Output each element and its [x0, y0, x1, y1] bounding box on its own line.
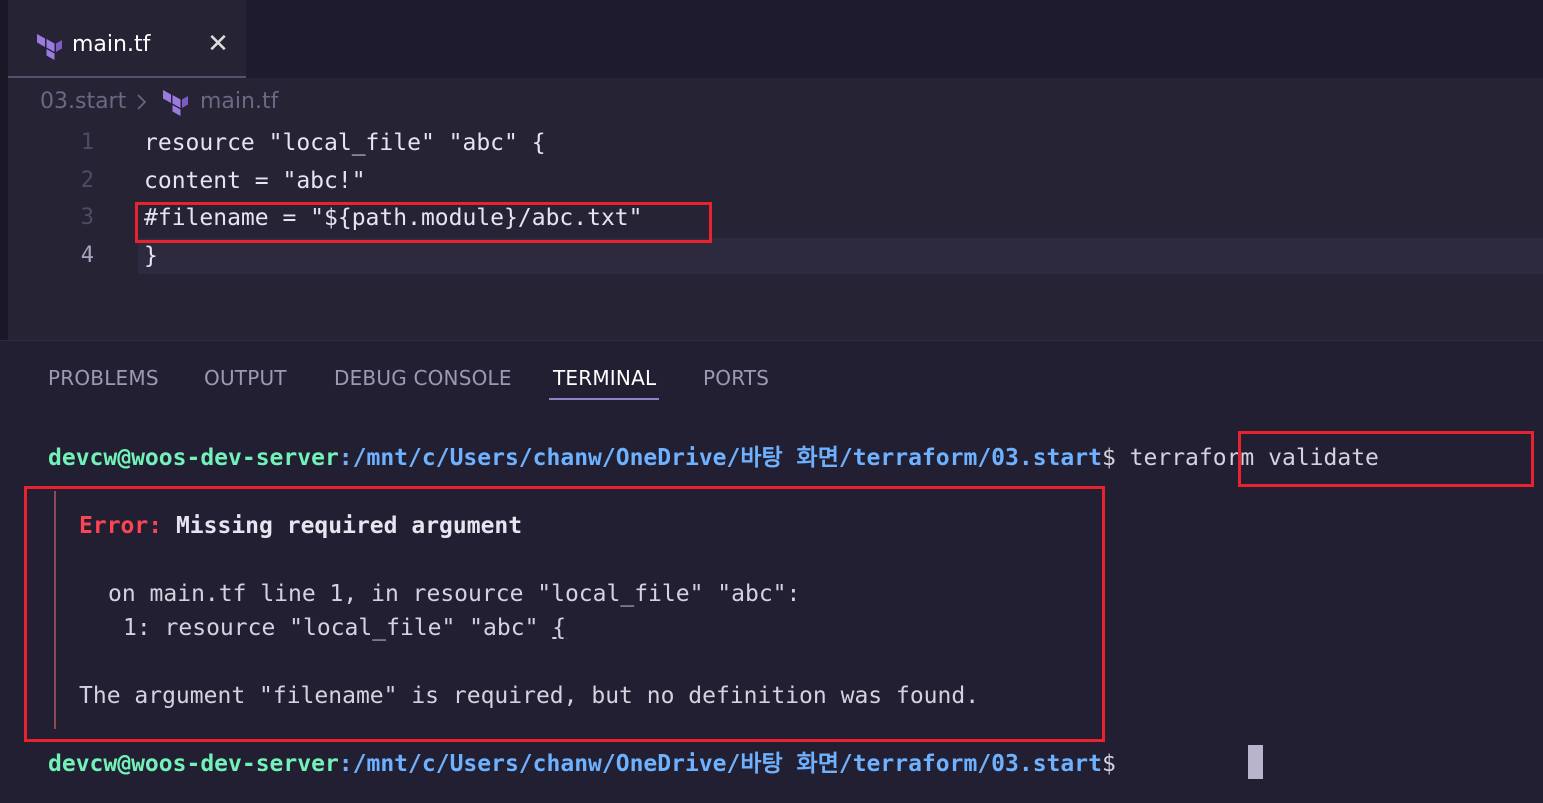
error-snippet-text: 1: resource "local_file" "abc": [123, 615, 553, 641]
active-tab-indicator: [549, 398, 659, 400]
code-line[interactable]: 3 #filename = "${path.module}/abc.txt": [8, 199, 1543, 237]
close-icon[interactable]: ✕: [204, 30, 232, 58]
prompt-dollar: $: [1101, 445, 1130, 471]
code-text[interactable]: content = "abc!": [144, 162, 366, 200]
tab-label: main.tf: [72, 32, 151, 57]
error-heading: Error: Missing required argument: [79, 509, 522, 543]
bottom-panel: PROBLEMS OUTPUT DEBUG CONSOLE TERMINAL P…: [0, 340, 1543, 803]
breadcrumb-file[interactable]: main.tf: [200, 88, 278, 116]
code-text[interactable]: resource "local_file" "abc" {: [144, 124, 546, 162]
tab-debug-console[interactable]: DEBUG CONSOLE: [334, 365, 512, 391]
vscode-window: main.tf ✕ 03.start main.tf 1 resource "l…: [0, 0, 1543, 803]
error-gutter-bar: [54, 491, 56, 729]
prompt-path: :/mnt/c/Users/chanw/OneDrive/바탕 화면/terra…: [338, 445, 1102, 471]
prompt-user: devcw@woos-dev-server: [48, 751, 339, 777]
code-text[interactable]: }: [144, 237, 158, 275]
error-message: The argument "filename" is required, but…: [79, 683, 980, 709]
code-line[interactable]: 2 content = "abc!": [8, 162, 1543, 200]
tab-ports[interactable]: PORTS: [703, 365, 769, 391]
terminal-prompt-line[interactable]: devcw@woos-dev-server:/mnt/c/Users/chanw…: [48, 441, 1379, 475]
prompt-path: :/mnt/c/Users/chanw/OneDrive/바탕 화면/terra…: [338, 751, 1102, 777]
tab-problems[interactable]: PROBLEMS: [48, 365, 159, 391]
error-title: Missing required argument: [162, 513, 523, 539]
line-number: 2: [80, 168, 94, 193]
tab-terminal[interactable]: TERMINAL: [553, 365, 656, 391]
code-editor[interactable]: 1 resource "local_file" "abc" { 2 conten…: [8, 124, 1543, 340]
line-number: 3: [80, 205, 94, 230]
error-snippet: 1: resource "local_file" "abc" {: [123, 611, 566, 645]
error-snippet-brace: {: [552, 615, 567, 641]
breadcrumb-folder[interactable]: 03.start: [40, 88, 126, 116]
line-number: 4: [80, 243, 94, 268]
tab-main-tf[interactable]: main.tf ✕: [8, 0, 246, 78]
tab-output[interactable]: OUTPUT: [204, 365, 287, 391]
chevron-right-icon: [137, 94, 147, 110]
error-label: Error:: [79, 513, 163, 539]
breadcrumb: 03.start main.tf: [8, 80, 1543, 124]
code-line[interactable]: 4 }: [8, 237, 1543, 275]
terraform-icon: [163, 90, 188, 116]
prompt-user: devcw@woos-dev-server: [48, 445, 339, 471]
error-location: on main.tf line 1, in resource "local_fi…: [108, 581, 801, 607]
code-line[interactable]: 1 resource "local_file" "abc" {: [8, 124, 1543, 162]
terraform-icon: [37, 34, 62, 60]
terminal-prompt-line[interactable]: devcw@woos-dev-server:/mnt/c/Users/chanw…: [48, 747, 1130, 781]
code-text[interactable]: #filename = "${path.module}/abc.txt": [144, 199, 643, 237]
prompt-dollar: $: [1101, 751, 1130, 777]
terminal-cursor: [1248, 745, 1263, 779]
terminal-command: terraform validate: [1129, 445, 1379, 471]
line-number: 1: [80, 130, 94, 155]
